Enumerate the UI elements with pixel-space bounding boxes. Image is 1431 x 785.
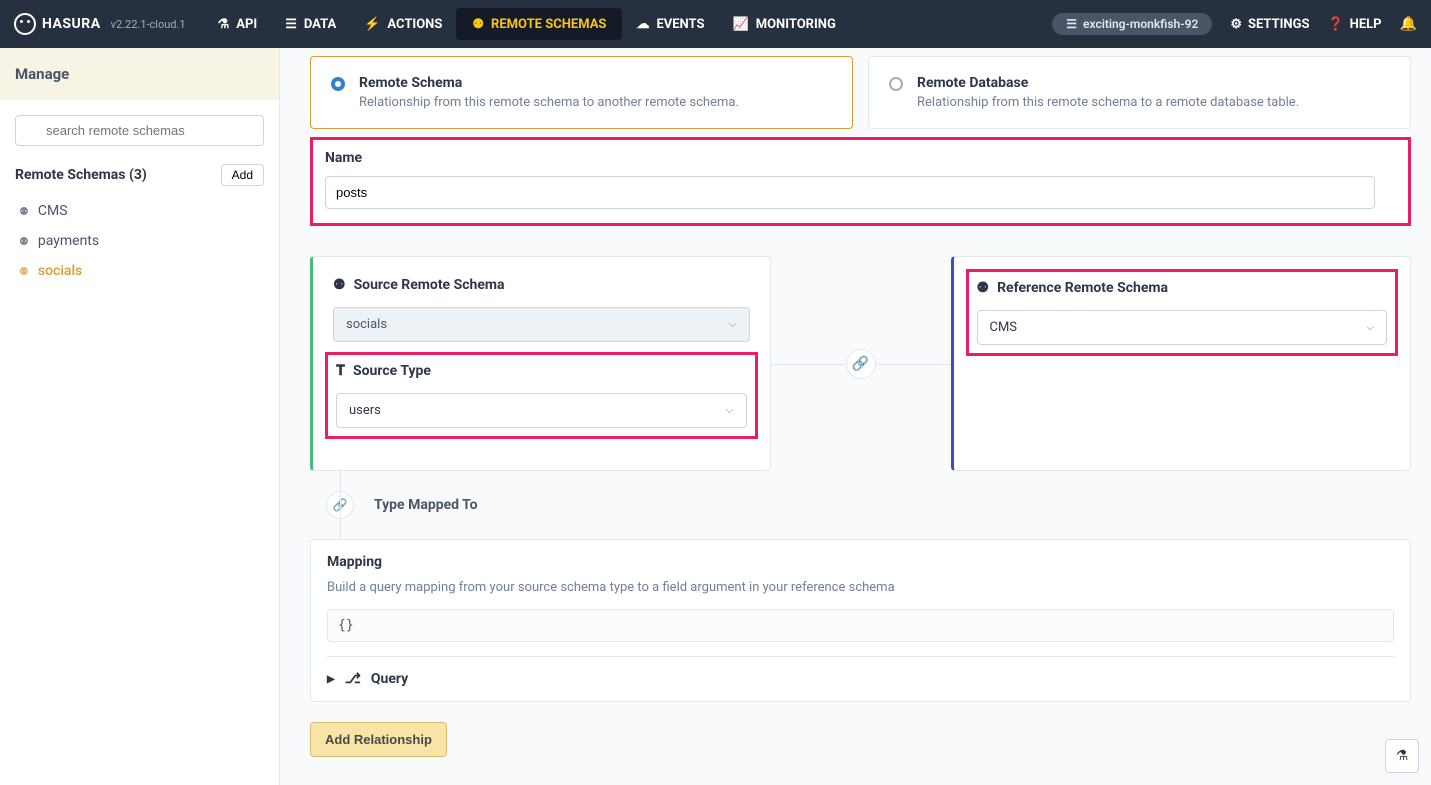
brand-name: HASURA bbox=[42, 16, 101, 32]
mapping-title: Mapping bbox=[327, 554, 1394, 570]
connector: 🔗 bbox=[771, 349, 951, 379]
mapping-desc: Build a query mapping from your source s… bbox=[327, 580, 1394, 595]
topbar-right: ☰exciting-monkfish-92 ⚙SETTINGS ❓HELP 🔔 bbox=[1052, 13, 1417, 35]
nav-events[interactable]: ☁EVENTS bbox=[622, 0, 718, 48]
mapped-to-label: Type Mapped To bbox=[374, 497, 478, 513]
sidebar-header: Manage bbox=[0, 48, 279, 100]
chevron-down-icon: ⌵ bbox=[726, 405, 734, 416]
source-schema-select[interactable]: socials⌵ bbox=[333, 307, 750, 342]
chart-icon: 📈 bbox=[733, 17, 749, 32]
settings-link[interactable]: ⚙SETTINGS bbox=[1230, 17, 1309, 32]
radio-dot-icon bbox=[889, 77, 903, 91]
reference-schema-select[interactable]: CMS⌵ bbox=[977, 310, 1388, 345]
beaker-fab[interactable]: ⚗ bbox=[1385, 739, 1419, 773]
mapping-code[interactable]: {} bbox=[327, 609, 1394, 642]
help-link[interactable]: ❓HELP bbox=[1327, 17, 1381, 32]
plug-icon: ⚉ bbox=[19, 235, 29, 248]
source-panel: ⚉Source Remote Schema socials⌵ 𝐓Source T… bbox=[310, 256, 771, 471]
plug-icon: ⚉ bbox=[19, 205, 29, 218]
sidebar-item-label: CMS bbox=[38, 203, 68, 219]
source-type-section: 𝐓Source Type users⌵ bbox=[325, 352, 758, 439]
link-icon: 🔗 bbox=[326, 491, 354, 519]
nav-monitoring[interactable]: 📈MONITORING bbox=[719, 0, 850, 48]
bolt-icon: ⚡ bbox=[364, 17, 380, 32]
add-schema-button[interactable]: Add bbox=[221, 164, 264, 186]
version-label: v2.22.1-cloud.1 bbox=[111, 18, 186, 31]
gear-icon: ⚙ bbox=[1230, 17, 1242, 32]
sidebar-item-cms[interactable]: ⚉ CMS bbox=[15, 196, 264, 226]
plug-icon: ⚉ bbox=[472, 17, 484, 32]
nav-actions[interactable]: ⚡ACTIONS bbox=[350, 0, 456, 48]
nav-api[interactable]: ⚗API bbox=[204, 0, 272, 48]
bell-icon[interactable]: 🔔 bbox=[1400, 16, 1417, 32]
link-icon: 🔗 bbox=[846, 349, 876, 379]
logo[interactable]: HASURA bbox=[14, 13, 101, 35]
flask-icon: ⚗ bbox=[1396, 748, 1409, 764]
search-wrap bbox=[15, 115, 264, 146]
sidebar-item-label: socials bbox=[38, 263, 82, 279]
source-schema-label: ⚉Source Remote Schema bbox=[333, 277, 750, 293]
topbar: HASURA v2.22.1-cloud.1 ⚗API ☰DATA ⚡ACTIO… bbox=[0, 0, 1431, 48]
radio-desc: Relationship from this remote schema to … bbox=[917, 95, 1299, 110]
reference-panel: ⚉Reference Remote Schema CMS⌵ bbox=[951, 256, 1412, 471]
radio-remote-schema[interactable]: Remote Schema Relationship from this rem… bbox=[310, 56, 853, 129]
query-row[interactable]: ▶ ⎇ Query bbox=[327, 656, 1394, 687]
add-relationship-button[interactable]: Add Relationship bbox=[310, 722, 447, 757]
plug-icon: ⚉ bbox=[333, 277, 346, 293]
reference-schema-label: ⚉Reference Remote Schema bbox=[977, 280, 1388, 296]
radio-dot-icon bbox=[331, 77, 345, 91]
sidebar: Manage Remote Schemas (3) Add ⚉ CMS ⚉ paym… bbox=[0, 48, 280, 785]
nav-data[interactable]: ☰DATA bbox=[271, 0, 350, 48]
database-icon: ☰ bbox=[285, 17, 297, 32]
source-type-label: 𝐓Source Type bbox=[336, 363, 747, 379]
search-input[interactable] bbox=[15, 115, 264, 146]
branch-icon: ⎇ bbox=[345, 671, 361, 687]
plug-icon: ⚉ bbox=[19, 265, 29, 278]
name-input[interactable] bbox=[325, 176, 1375, 209]
name-label: Name bbox=[325, 150, 1396, 166]
radio-desc: Relationship from this remote schema to … bbox=[359, 95, 739, 110]
chevron-down-icon: ⌵ bbox=[1366, 322, 1374, 333]
project-icon: ☰ bbox=[1066, 17, 1077, 31]
radio-title: Remote Database bbox=[917, 75, 1299, 91]
type-icon: 𝐓 bbox=[336, 363, 345, 379]
radio-title: Remote Schema bbox=[359, 75, 739, 91]
name-section: Name bbox=[310, 137, 1411, 226]
query-label: Query bbox=[371, 671, 408, 687]
chevron-down-icon: ⌵ bbox=[729, 319, 737, 330]
cloud-icon: ☁ bbox=[636, 17, 649, 32]
sidebar-title: Remote Schemas (3) bbox=[15, 167, 147, 183]
sidebar-item-payments[interactable]: ⚉ payments bbox=[15, 226, 264, 256]
caret-right-icon: ▶ bbox=[327, 674, 335, 685]
topbar-left: HASURA v2.22.1-cloud.1 ⚗API ☰DATA ⚡ACTIO… bbox=[14, 0, 850, 48]
hasura-logo-icon bbox=[14, 13, 36, 35]
sidebar-item-socials[interactable]: ⚉ socials bbox=[15, 256, 264, 286]
reference-schema-section: ⚉Reference Remote Schema CMS⌵ bbox=[966, 269, 1399, 356]
flask-icon: ⚗ bbox=[218, 17, 230, 32]
nav-remote-schemas[interactable]: ⚉REMOTE SCHEMAS bbox=[456, 8, 622, 40]
project-pill[interactable]: ☰exciting-monkfish-92 bbox=[1052, 13, 1212, 35]
radio-remote-database[interactable]: Remote Database Relationship from this r… bbox=[868, 56, 1411, 129]
main-content: Remote Schema Relationship from this rem… bbox=[280, 48, 1431, 785]
mapping-panel: Mapping Build a query mapping from your … bbox=[310, 539, 1411, 702]
question-icon: ❓ bbox=[1327, 17, 1343, 32]
sidebar-item-label: payments bbox=[38, 233, 99, 249]
plug-icon: ⚉ bbox=[977, 280, 990, 296]
source-type-select[interactable]: users⌵ bbox=[336, 393, 747, 428]
